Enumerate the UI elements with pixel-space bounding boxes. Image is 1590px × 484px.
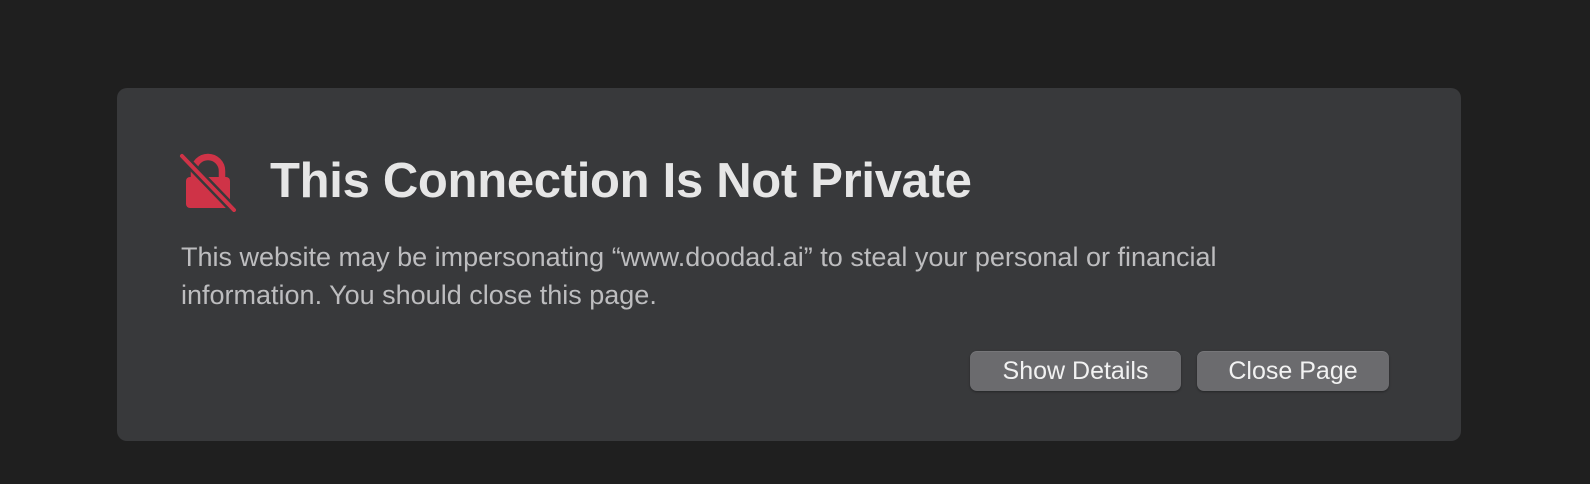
show-details-button[interactable]: Show Details — [970, 351, 1181, 391]
warning-message: This website may be impersonating “www.d… — [181, 242, 1217, 310]
warning-header: This Connection Is Not Private — [179, 150, 972, 212]
warning-panel: This Connection Is Not Private This webs… — [117, 88, 1461, 441]
lock-slash-icon — [179, 151, 237, 212]
page-title: This Connection Is Not Private — [270, 153, 972, 208]
close-page-button[interactable]: Close Page — [1197, 351, 1389, 391]
action-buttons: Show Details Close Page — [970, 351, 1389, 391]
